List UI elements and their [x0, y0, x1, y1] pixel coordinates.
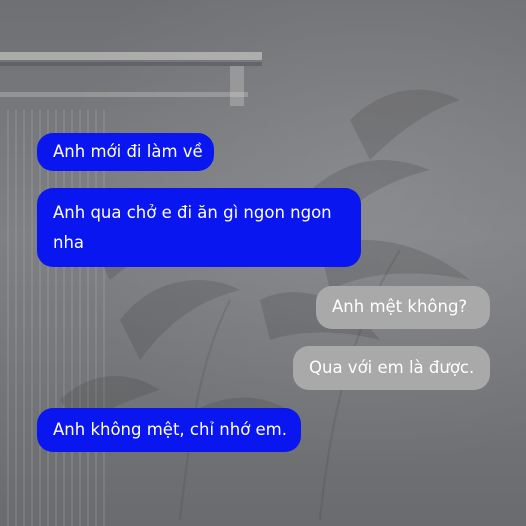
- message-bubble-received[interactable]: Qua với em là được.: [293, 346, 490, 390]
- message-bubble-received[interactable]: Anh mệt không?: [316, 286, 490, 329]
- message-bubble-sent[interactable]: Anh mới đi làm về: [37, 133, 214, 171]
- message-text: Anh mới đi làm về: [53, 142, 203, 161]
- message-text: Anh không mệt, chỉ nhớ em.: [53, 420, 287, 439]
- message-text: Qua với em là được.: [309, 358, 475, 377]
- message-bubble-sent[interactable]: Anh không mệt, chỉ nhớ em.: [37, 408, 301, 452]
- message-text: Anh mệt không?: [332, 297, 468, 316]
- message-text: Anh qua chở e đi ăn gì ngon ngon nha: [53, 203, 332, 252]
- message-bubble-sent[interactable]: Anh qua chở e đi ăn gì ngon ngon nha: [37, 188, 361, 267]
